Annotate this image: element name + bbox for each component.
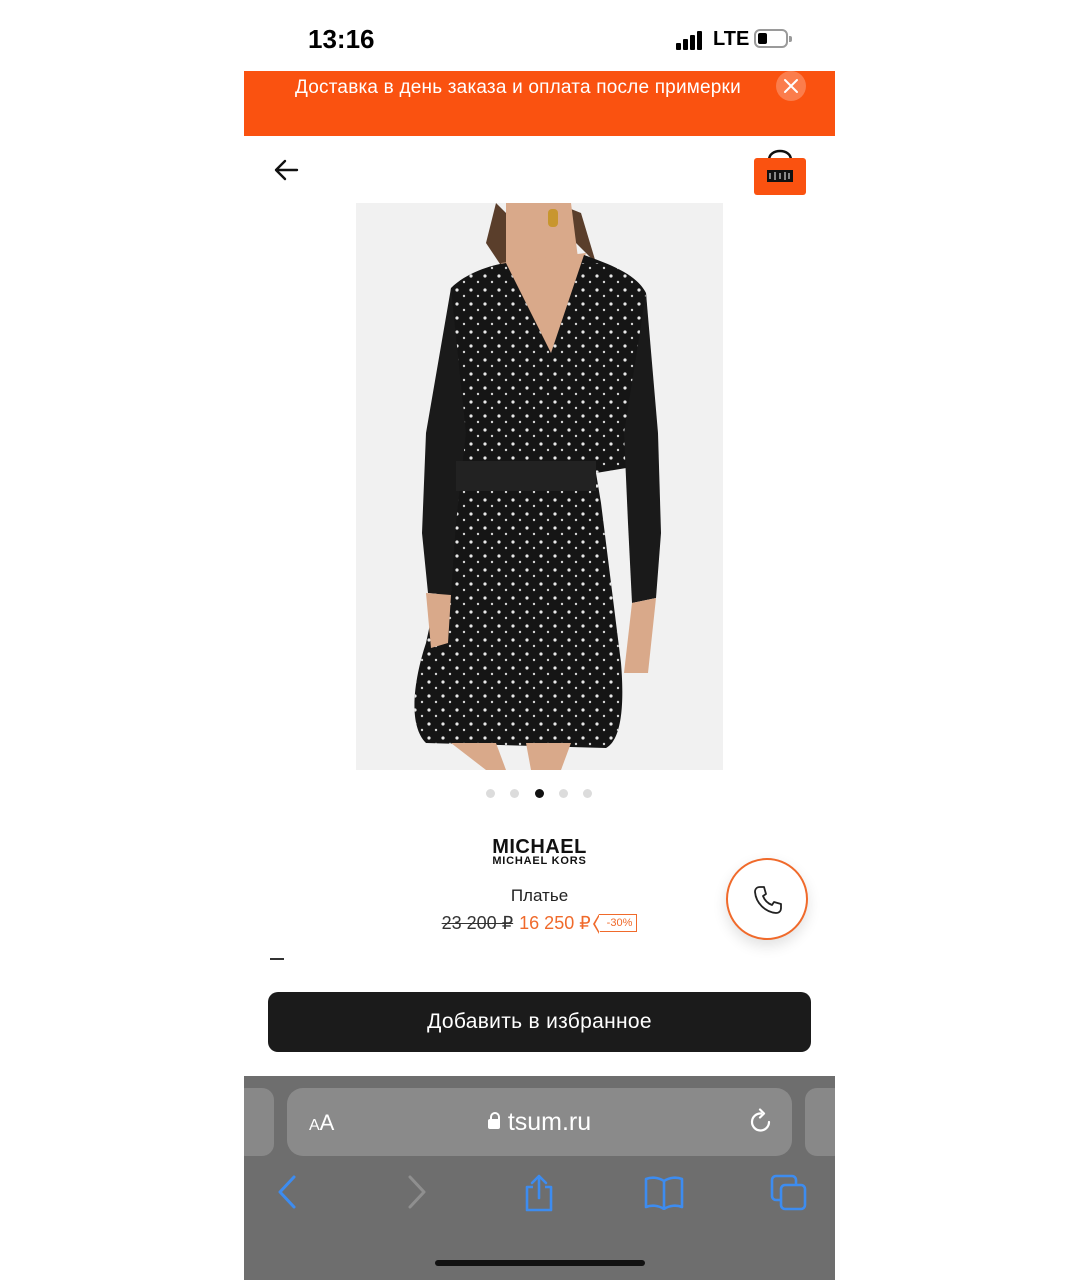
signal-icon (676, 30, 706, 50)
bookmarks-icon[interactable] (644, 1174, 684, 1215)
network-label: LTE (713, 28, 750, 50)
home-indicator[interactable] (435, 1260, 645, 1266)
forward-icon[interactable] (402, 1174, 430, 1215)
product-image[interactable] (356, 203, 723, 770)
new-price: 16 250 ₽ (519, 913, 591, 933)
url-text[interactable]: tsum.ru (287, 1108, 792, 1137)
shopping-bag-icon[interactable] (754, 144, 806, 196)
section-divider (270, 958, 284, 960)
discount-badge: -30% (592, 914, 638, 934)
phone-screen: 13:16 LTE Доставка в день заказа и оплат… (244, 0, 835, 1280)
back-arrow-icon[interactable] (272, 156, 300, 189)
next-tab[interactable] (805, 1088, 835, 1156)
previous-tab[interactable] (244, 1088, 274, 1156)
banner-text: Доставка в день заказа и оплата после пр… (295, 77, 741, 98)
tabs-icon[interactable] (770, 1174, 808, 1217)
address-bar[interactable]: AA tsum.ru (287, 1088, 792, 1156)
lock-icon (487, 1112, 500, 1129)
status-time: 13:16 (308, 24, 375, 54)
call-button[interactable] (726, 858, 808, 940)
promo-banner: Доставка в день заказа и оплата после пр… (244, 71, 835, 136)
browser-toolbar: AA tsum.ru (244, 1076, 835, 1280)
battery-icon (754, 29, 792, 48)
old-price: 23 200 ₽ (441, 913, 514, 933)
back-icon[interactable] (274, 1174, 302, 1215)
phone-icon (754, 886, 782, 914)
add-to-favorites-button[interactable]: Добавить в избранное (268, 992, 811, 1052)
reload-icon[interactable] (747, 1108, 775, 1141)
close-icon[interactable] (776, 71, 806, 101)
share-icon[interactable] (522, 1174, 556, 1217)
